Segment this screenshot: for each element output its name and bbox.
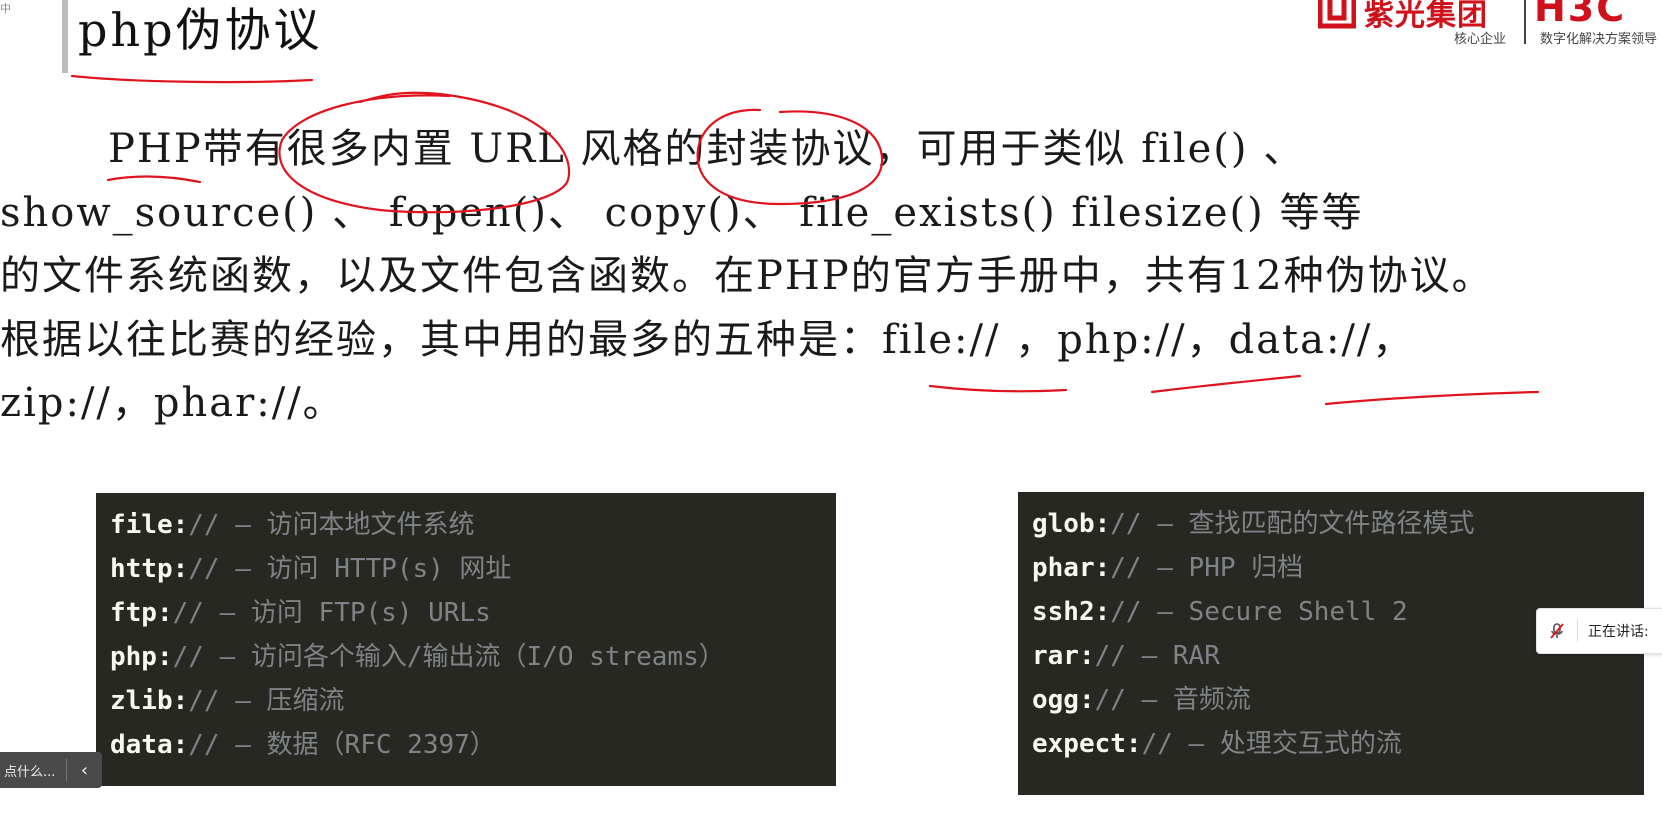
protocol-description: // – 查找匹配的文件路径模式 xyxy=(1110,509,1475,539)
protocol-row: zlib:// – 压缩流 xyxy=(96,679,836,723)
protocol-description: // – 访问 HTTP(s) 网址 xyxy=(188,554,512,584)
protocol-description: // – Secure Shell 2 xyxy=(1110,597,1408,627)
protocol-row: data:// – 数据（RFC 2397） xyxy=(96,723,836,767)
protocol-description: // – 音频流 xyxy=(1094,685,1251,715)
protocol-description: // – RAR xyxy=(1094,641,1220,671)
protocol-scheme: ftp: xyxy=(110,598,173,628)
protocol-description: // – 访问本地文件系统 xyxy=(188,510,475,540)
title-underline xyxy=(70,74,314,84)
protocol-list-left: file:// – 访问本地文件系统 http:// – 访问 HTTP(s) … xyxy=(96,493,836,786)
protocol-scheme: file: xyxy=(110,510,189,540)
corner-mark: 中 xyxy=(0,2,11,15)
protocol-scheme: php: xyxy=(110,642,173,672)
paragraph-line: zip://，phar://。 xyxy=(0,380,345,426)
company-logo: 紫光集团 核心企业 H3C 数字化解决方案领导 xyxy=(1318,0,1662,50)
protocol-description: // – 数据（RFC 2397） xyxy=(188,730,496,760)
paragraph-line: 的文件系统函数，以及文件包含函数。在PHP的官方手册中，共有12种伪协议。 xyxy=(0,253,1494,299)
protocol-scheme: ssh2: xyxy=(1032,597,1111,627)
protocol-row: glob:// – 查找匹配的文件路径模式 xyxy=(1018,502,1644,546)
logo-divider xyxy=(1524,0,1526,44)
logo-mark-icon xyxy=(1318,0,1356,29)
speaking-indicator[interactable]: 正在讲话: xyxy=(1536,608,1662,654)
protocol-scheme: http: xyxy=(110,554,189,584)
chevron-left-icon[interactable]: ‹ xyxy=(67,760,102,781)
body-paragraph: PHP带有很多内置 URL 风格的封装协议，可用于类似 file() 、 sho… xyxy=(0,118,1560,436)
protocol-row: file:// – 访问本地文件系统 xyxy=(96,503,836,547)
protocol-description: // – 访问各个输入/输出流（I/O streams） xyxy=(172,642,725,672)
protocol-scheme: data: xyxy=(110,730,189,760)
logo-tagline: 核心企业 xyxy=(1454,32,1507,47)
protocol-description: // – 访问 FTP(s) URLs xyxy=(172,598,491,628)
protocol-row: http:// – 访问 HTTP(s) 网址 xyxy=(96,547,836,591)
protocol-scheme: rar: xyxy=(1032,641,1095,671)
paragraph-line: show_source() 、 fopen()、 copy()、 file_ex… xyxy=(0,189,1364,236)
protocol-scheme: expect: xyxy=(1032,729,1142,759)
slide-title: php伪协议 xyxy=(78,3,323,57)
protocol-description: // – 处理交互式的流 xyxy=(1141,729,1402,759)
protocol-scheme: glob: xyxy=(1032,509,1111,539)
protocol-description: // – 压缩流 xyxy=(188,686,345,716)
protocol-row: ftp:// – 访问 FTP(s) URLs xyxy=(96,591,836,635)
protocol-row: ogg:// – 音频流 xyxy=(1018,678,1644,722)
logo-brand2-text: H3C xyxy=(1534,0,1627,30)
protocol-scheme: zlib: xyxy=(110,686,189,716)
paragraph-line: PHP带有很多内置 URL 风格的封装协议，可用于类似 file() 、 xyxy=(108,126,1306,172)
protocol-scheme: ogg: xyxy=(1032,685,1095,715)
protocol-row: php:// – 访问各个输入/输出流（I/O streams） xyxy=(96,635,836,679)
protocol-row: phar:// – PHP 归档 xyxy=(1018,546,1644,590)
speaking-label: 正在讲话: xyxy=(1588,624,1649,640)
floating-input-toast[interactable]: 点什么... ‹ xyxy=(0,752,102,788)
title-accent-bar xyxy=(62,0,68,73)
protocol-scheme: phar: xyxy=(1032,553,1111,583)
logo-tagline2: 数字化解决方案领导 xyxy=(1540,32,1658,47)
protocol-row: expect:// – 处理交互式的流 xyxy=(1018,722,1644,766)
toast-placeholder-text[interactable]: 点什么... xyxy=(0,761,66,780)
paragraph-line: 根据以往比赛的经验，其中用的最多的五种是：file:// ，php://，dat… xyxy=(0,316,1415,363)
mic-muted-icon[interactable] xyxy=(1537,609,1577,653)
protocol-description: // – PHP 归档 xyxy=(1110,553,1304,583)
